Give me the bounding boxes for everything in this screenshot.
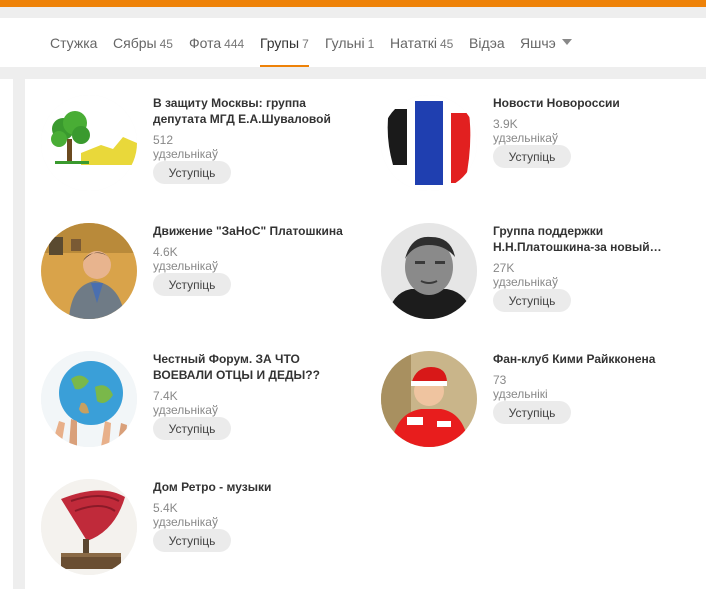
tab-count: 45 — [159, 37, 173, 51]
left-side-panel — [0, 79, 13, 589]
tab-count: 7 — [302, 37, 309, 51]
tab-notes[interactable]: Нататкі 45 — [390, 18, 453, 67]
tab-count: 444 — [224, 37, 245, 51]
flag-logo-icon[interactable] — [381, 95, 477, 191]
tab-games[interactable]: Гульні 1 — [325, 18, 374, 67]
group-name[interactable]: Честный Форум. ЗА ЧТО ВОЕВАЛИ ОТЦЫ И ДЕД… — [153, 351, 353, 383]
join-button[interactable]: Уступіць — [153, 273, 231, 296]
globe-hands-icon[interactable] — [41, 351, 137, 447]
group-members: 5.4K удзельнікаў — [153, 501, 218, 529]
join-button[interactable]: Уступіць — [493, 401, 571, 424]
tab-more[interactable]: Яшчэ — [520, 18, 572, 67]
tab-groups[interactable]: Групы 7 — [260, 18, 309, 67]
tab-friends[interactable]: Сябры 45 — [113, 18, 173, 67]
group-name[interactable]: Новости Новороссии — [493, 95, 693, 111]
join-button[interactable]: Уступіць — [493, 289, 571, 312]
join-button[interactable]: Уступіць — [493, 145, 571, 168]
groups-list-panel: В защиту Москвы: группа депутата МГД Е.А… — [25, 79, 706, 589]
join-button[interactable]: Уступіць — [153, 529, 231, 552]
tab-videos[interactable]: Відэа — [469, 18, 505, 67]
tab-label: Відэа — [469, 35, 505, 51]
group-name[interactable]: Движение "ЗаНоС" Платошкина — [153, 223, 353, 239]
man-portrait-icon[interactable] — [41, 223, 137, 319]
group-name[interactable]: В защиту Москвы: группа депутата МГД Е.А… — [153, 95, 353, 127]
group-members: 3.9K удзельнікаў — [493, 117, 558, 145]
gramophone-icon[interactable] — [41, 479, 137, 575]
join-button[interactable]: Уступіць — [153, 417, 231, 440]
tab-label: Гульні — [325, 35, 365, 51]
group-members: 512 удзельнікаў — [153, 133, 218, 161]
man-portrait-bw-icon[interactable] — [381, 223, 477, 319]
tree-logo-icon[interactable] — [41, 95, 137, 191]
group-members: 27K удзельнікаў — [493, 261, 558, 289]
join-button[interactable]: Уступіць — [153, 161, 231, 184]
racer-portrait-icon[interactable] — [381, 351, 477, 447]
tab-label: Нататкі — [390, 35, 437, 51]
tab-label: Яшчэ — [520, 35, 556, 51]
profile-tabs-bar: Стужка Сябры 45 Фота 444 Групы 7 Гульні 1 На… — [0, 18, 706, 67]
tab-count: 45 — [439, 37, 454, 51]
group-members: 4.6K удзельнікаў — [153, 245, 218, 273]
group-name[interactable]: Группа поддержки Н.Н.Платошкина-за новый… — [493, 223, 693, 255]
tab-photos[interactable]: Фота 444 — [189, 18, 244, 67]
tab-label: Групы — [260, 35, 300, 51]
tab-label: Сябры — [113, 35, 157, 51]
group-members: 7.4K удзельнікаў — [153, 389, 218, 417]
group-name[interactable]: Фан-клуб Кими Райкконена — [493, 351, 693, 367]
tab-label: Фота — [189, 35, 222, 51]
tab-feed[interactable]: Стужка — [50, 18, 97, 67]
tab-label: Стужка — [50, 35, 98, 51]
group-name[interactable]: Дом Ретро - музыки — [153, 479, 353, 495]
top-orange-bar — [0, 0, 706, 7]
group-members: 73 удзельнікі — [493, 373, 548, 401]
tab-count: 1 — [367, 37, 375, 51]
chevron-down-icon — [561, 39, 572, 46]
